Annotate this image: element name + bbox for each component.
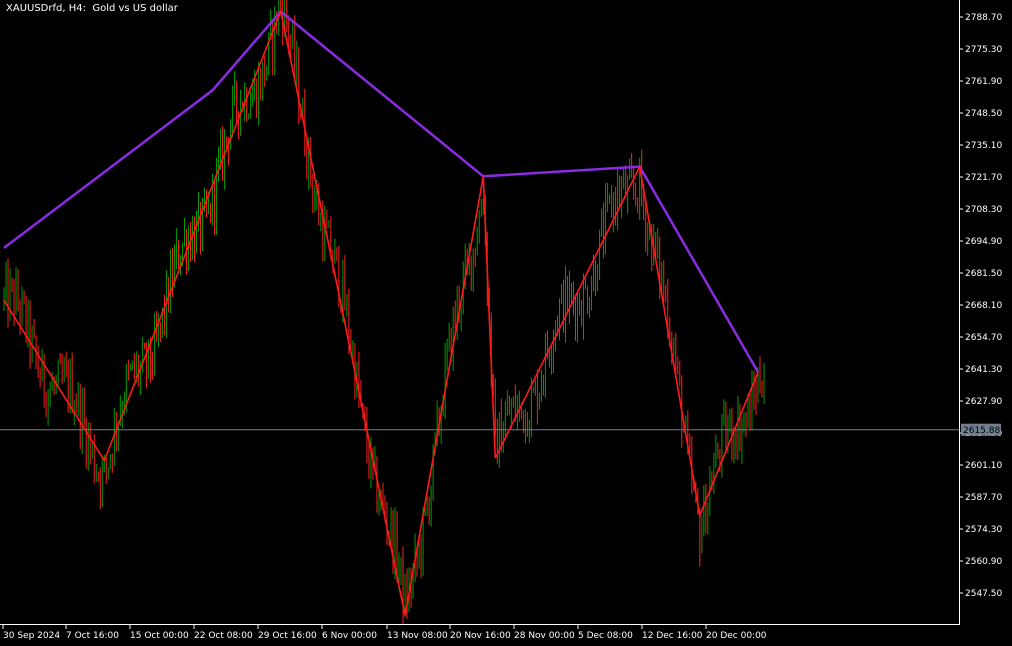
chart-title: XAUUSDrfd, H4: Gold vs US dollar <box>6 3 178 14</box>
time-tick-label: 6 Nov 00:00 <box>322 631 377 641</box>
time-tick-label: 15 Oct 00:00 <box>130 631 189 641</box>
time-tick-label: 22 Oct 08:00 <box>194 631 253 641</box>
price-tick-label: 2721.70 <box>965 173 1002 183</box>
current-price-tag: 2615.88 <box>961 423 1001 436</box>
price-tick-label: 2668.10 <box>965 301 1002 311</box>
price-tick-label: 2775.30 <box>965 45 1002 55</box>
plot-background <box>0 0 1012 646</box>
price-tick-label: 2601.10 <box>965 461 1002 471</box>
price-tick-label: 2627.90 <box>965 397 1002 407</box>
price-tick-label: 2748.50 <box>965 109 1002 119</box>
time-tick-label: 12 Dec 16:00 <box>642 631 703 641</box>
symbol-label: XAUUSDrfd, H4: <box>6 3 86 14</box>
time-tick-label: 20 Dec 00:00 <box>706 631 767 641</box>
time-tick-label: 20 Nov 16:00 <box>450 631 511 641</box>
time-tick-label: 5 Dec 08:00 <box>578 631 633 641</box>
price-tick-label: 2761.90 <box>965 77 1002 87</box>
price-tick-label: 2788.70 <box>965 13 1002 23</box>
price-tick-label: 2574.30 <box>965 525 1002 535</box>
time-tick-label: 30 Sep 2024 <box>3 631 60 641</box>
price-tick-label: 2694.90 <box>965 237 1002 247</box>
price-tick-label: 2641.30 <box>965 365 1002 375</box>
symbol-description: Gold vs US dollar <box>92 3 178 14</box>
price-tick-label: 2708.30 <box>965 205 1002 215</box>
price-tick-label: 2547.50 <box>965 589 1002 599</box>
time-tick-label: 13 Nov 08:00 <box>387 631 448 641</box>
price-tick-label: 2654.70 <box>965 333 1002 343</box>
time-tick-label: 29 Oct 16:00 <box>258 631 317 641</box>
price-chart[interactable]: 2788.70 2775.30 2761.90 2748.50 2735.10 2721.… <box>0 0 1012 646</box>
price-tick-label: 2681.50 <box>965 269 1002 279</box>
price-tick-label: 2735.10 <box>965 141 1002 151</box>
price-tick-label: 2560.90 <box>965 557 1002 567</box>
time-tick-label: 28 Nov 00:00 <box>514 631 575 641</box>
time-tick-label: 7 Oct 16:00 <box>66 631 119 641</box>
price-tick-label: 2587.70 <box>965 493 1002 503</box>
current-price-tag-label: 2615.88 <box>963 426 1000 436</box>
